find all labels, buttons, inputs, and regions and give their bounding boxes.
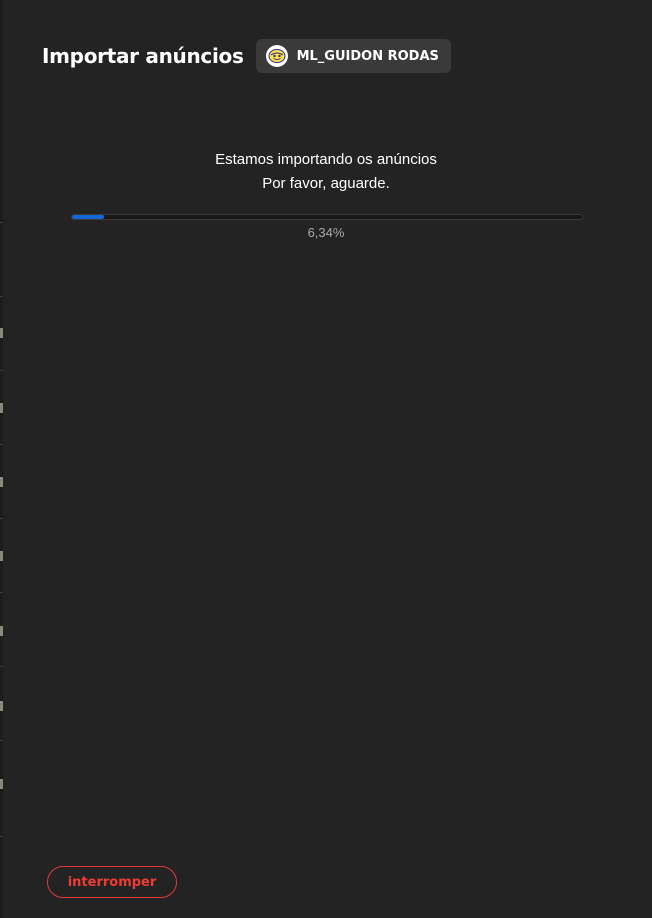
edge-marker [0,403,3,413]
smiley-icon [265,45,288,67]
edge-divider [0,222,3,223]
edge-divider [0,370,3,371]
edge-divider [0,666,3,667]
status-message: Estamos importando os anúncios [215,151,437,168]
edge-marker [0,328,3,338]
edge-marker [0,477,3,487]
account-chip[interactable]: ML_GUIDON RODAS [255,39,451,73]
account-name: ML_GUIDON RODAS [296,48,439,64]
edge-divider [0,740,3,741]
edge-divider [0,592,3,593]
progress-fill [72,215,105,219]
edge-marker [0,551,3,561]
import-status: Estamos importando os anúncios Por favor… [0,148,652,196]
edge-divider [0,518,3,519]
page-title: Importar anúncios [42,44,244,68]
edge-marker [0,626,3,636]
edge-divider [0,444,3,445]
edge-divider [0,836,3,837]
edge-divider [0,296,3,297]
progress-bar [71,214,583,220]
left-edge-strip [0,0,3,918]
edge-marker [0,701,3,711]
progress-percent: 6,34% [307,225,345,240]
stop-import-button[interactable]: interromper [47,866,177,898]
dialog-header: Importar anúncios ML_GUIDON RODAS [42,39,451,73]
import-panel: Importar anúncios ML_GUIDON RODAS Estamo… [0,0,652,918]
status-wait-message: Por favor, aguarde. [262,175,390,192]
edge-marker [0,779,3,789]
